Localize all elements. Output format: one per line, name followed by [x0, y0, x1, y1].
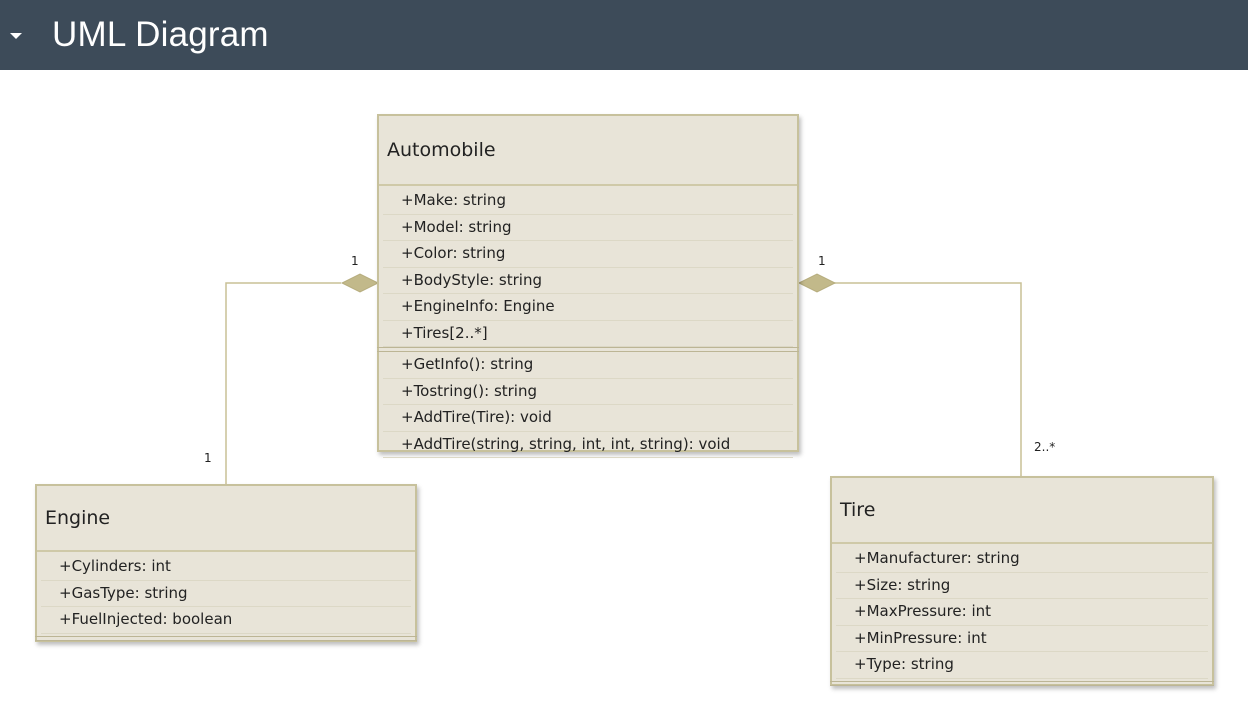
- compartment-divider: [830, 680, 1214, 686]
- attribute-row: +MinPressure: int: [836, 626, 1208, 652]
- engine-attributes: +Cylinders: int +GasType: string +FuelIn…: [37, 552, 415, 634]
- attribute-row: +Manufacturer: string: [836, 546, 1208, 573]
- class-tire[interactable]: Tire +Manufacturer: string +Size: string…: [830, 476, 1214, 686]
- automobile-attributes: +Make: string +Model: string +Color: str…: [379, 186, 797, 347]
- operation-row: +Tostring(): string: [383, 379, 793, 405]
- multiplicity-tire: 2..*: [1034, 440, 1056, 454]
- attribute-row: +BodyStyle: string: [383, 268, 793, 294]
- attribute-row: +MaxPressure: int: [836, 599, 1208, 626]
- class-name-automobile: Automobile: [379, 116, 797, 186]
- multiplicity-engine: 1: [204, 451, 212, 465]
- compartment-divider: [35, 635, 417, 641]
- attribute-row: +EngineInfo: Engine: [383, 294, 793, 321]
- attribute-row: +Cylinders: int: [41, 554, 411, 581]
- class-engine[interactable]: Engine +Cylinders: int +GasType: string …: [35, 484, 417, 642]
- attribute-row: +FuelInjected: boolean: [41, 607, 411, 634]
- attribute-row: +Size: string: [836, 573, 1208, 599]
- operation-row: +AddTire(string, string, int, int, strin…: [383, 432, 793, 458]
- attribute-row: +Model: string: [383, 215, 793, 241]
- class-automobile[interactable]: Automobile +Make: string +Model: string …: [377, 114, 799, 458]
- operation-row: +AddTire(Tire): void: [383, 405, 793, 432]
- tire-composition-line: [834, 282, 1022, 476]
- multiplicity-auto-engine: 1: [351, 254, 359, 268]
- attribute-row: +Color: string: [383, 241, 793, 268]
- class-name-engine: Engine: [37, 486, 415, 552]
- attribute-row: +GasType: string: [41, 581, 411, 607]
- multiplicity-auto-tire: 1: [818, 254, 826, 268]
- attribute-row: +Tires[2..*]: [383, 321, 793, 347]
- tire-composition-diamond: [797, 273, 837, 293]
- attribute-row: +Make: string: [383, 188, 793, 215]
- attribute-row: +Type: string: [836, 652, 1208, 679]
- tire-attributes: +Manufacturer: string +Size: string +Max…: [832, 544, 1212, 679]
- engine-composition-diamond: [340, 273, 380, 293]
- operation-row: +GetInfo(): string: [383, 352, 793, 379]
- class-name-tire: Tire: [832, 478, 1212, 544]
- engine-composition-line: [225, 282, 341, 484]
- automobile-operations: +GetInfo(): string +Tostring(): string +…: [379, 352, 797, 458]
